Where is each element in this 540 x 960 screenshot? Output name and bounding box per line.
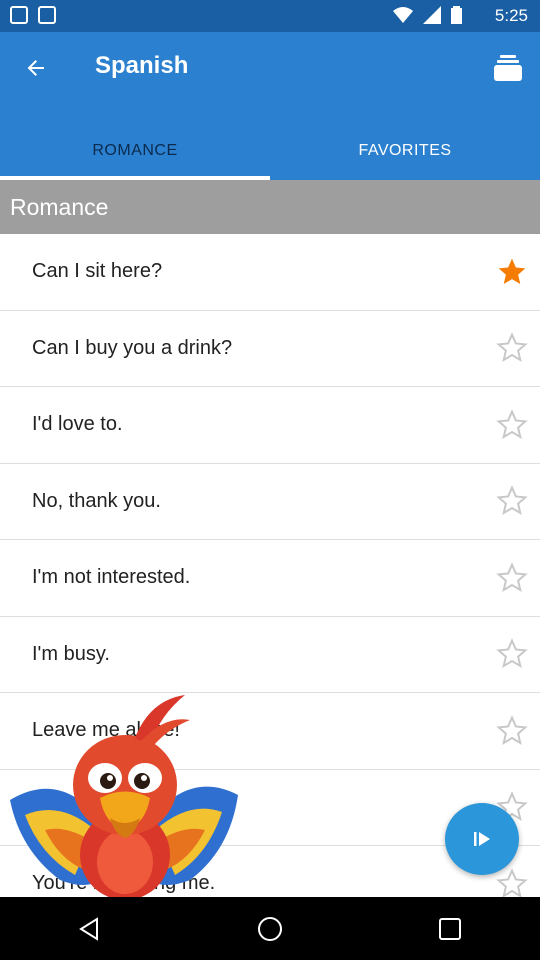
favorite-star-button[interactable] bbox=[496, 332, 528, 364]
status-system-icons bbox=[393, 6, 462, 24]
phrase-text: I'm busy. bbox=[32, 642, 110, 665]
phrase-text: I'd love to. bbox=[32, 413, 123, 436]
star-icon bbox=[498, 258, 526, 284]
parrot-mascot bbox=[10, 695, 238, 897]
play-button[interactable] bbox=[445, 803, 519, 875]
star-icon bbox=[496, 638, 528, 669]
star-icon bbox=[496, 867, 528, 898]
back-button[interactable] bbox=[14, 48, 58, 88]
battery-icon bbox=[451, 6, 462, 24]
favorite-star-button[interactable] bbox=[496, 256, 528, 288]
play-icon bbox=[474, 832, 490, 846]
tab-bar: ROMANCE FAVORITES bbox=[0, 122, 540, 180]
list-item[interactable]: I'm not interested. bbox=[0, 540, 540, 617]
list-item[interactable]: No, thank you. bbox=[0, 464, 540, 540]
list-item[interactable]: I'd love to. bbox=[0, 387, 540, 464]
favorite-star-button[interactable] bbox=[496, 408, 528, 441]
square-recents-icon bbox=[439, 917, 461, 940]
list-item[interactable]: Can I sit here? bbox=[0, 234, 540, 311]
notification-icon bbox=[38, 6, 56, 24]
tab-romance[interactable]: ROMANCE bbox=[0, 122, 270, 180]
notification-icon bbox=[10, 6, 28, 24]
signal-icon bbox=[423, 6, 441, 24]
star-icon bbox=[496, 485, 528, 516]
circle-home-icon bbox=[258, 916, 282, 941]
system-nav-bar bbox=[0, 897, 540, 960]
favorite-star-button[interactable] bbox=[496, 561, 528, 594]
tab-label: ROMANCE bbox=[92, 142, 178, 159]
nav-back-button[interactable] bbox=[60, 904, 120, 954]
phrase-text: Can I sit here? bbox=[32, 260, 163, 283]
section-header: Romance bbox=[0, 180, 540, 234]
status-bar: 5:25 bbox=[0, 0, 540, 32]
tab-favorites[interactable]: FAVORITES bbox=[270, 122, 540, 180]
arrow-left-icon bbox=[27, 60, 44, 76]
favorite-star-button[interactable] bbox=[496, 714, 528, 747]
list-item[interactable]: I'm busy. bbox=[0, 617, 540, 693]
status-time: 5:25 bbox=[494, 6, 528, 25]
list-item[interactable]: Can I buy you a drink? bbox=[0, 311, 540, 387]
phrase-text: No, thank you. bbox=[32, 489, 161, 512]
phrase-text: I'm not interested. bbox=[32, 566, 191, 589]
inbox-stack-icon bbox=[494, 55, 522, 81]
star-icon bbox=[496, 714, 528, 745]
wifi-icon bbox=[393, 7, 413, 23]
favorite-star-button[interactable] bbox=[496, 485, 528, 517]
page-title: Spanish bbox=[95, 52, 189, 79]
status-notification-icons bbox=[10, 6, 56, 24]
tab-label: FAVORITES bbox=[358, 142, 452, 159]
star-icon bbox=[496, 408, 528, 439]
nav-recents-button[interactable] bbox=[420, 904, 480, 954]
inbox-button[interactable] bbox=[488, 48, 528, 88]
nav-home-button[interactable] bbox=[240, 904, 300, 954]
triangle-back-icon bbox=[79, 916, 98, 941]
star-icon bbox=[496, 561, 528, 592]
star-icon bbox=[496, 332, 528, 363]
favorite-star-button[interactable] bbox=[496, 867, 528, 900]
favorite-star-button[interactable] bbox=[496, 638, 528, 670]
phrase-text: Can I buy you a drink? bbox=[32, 336, 233, 359]
app-bar: Spanish ROMANCE FAVORITES bbox=[0, 32, 540, 180]
